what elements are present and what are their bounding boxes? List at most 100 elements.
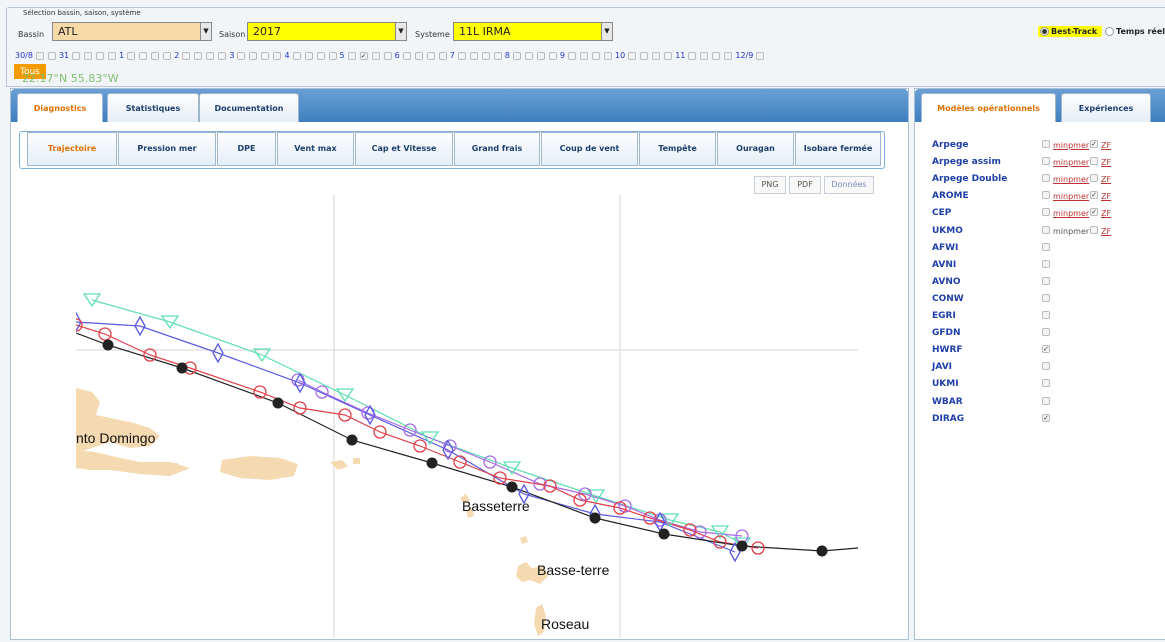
saison-label: Saison <box>219 30 246 39</box>
date-checkbox[interactable] <box>481 51 490 60</box>
bassin-select[interactable]: ATL ▼ <box>52 22 212 41</box>
date-checkbox[interactable] <box>664 51 673 60</box>
date-checkbox[interactable] <box>316 51 325 60</box>
saison-value: 2017 <box>253 25 281 38</box>
best-track-point <box>102 339 114 351</box>
date-checkbox[interactable] <box>347 51 356 60</box>
date-checkbox[interactable]: ✓ <box>359 51 368 60</box>
island-small-1 <box>353 458 360 464</box>
subtab-dpe[interactable]: DPE <box>217 132 276 166</box>
date-checkbox[interactable] <box>273 51 282 60</box>
date-checkbox[interactable] <box>371 51 380 60</box>
date-checkbox[interactable] <box>438 51 447 60</box>
date-checkbox[interactable] <box>249 51 258 60</box>
date-checkbox[interactable] <box>457 51 466 60</box>
date-label: 5 <box>339 51 345 60</box>
date-checkbox[interactable] <box>469 51 478 60</box>
date-checkbox[interactable] <box>127 51 136 60</box>
date-checkbox[interactable] <box>151 51 160 60</box>
date-checkbox[interactable] <box>139 51 148 60</box>
date-checkbox[interactable] <box>524 51 533 60</box>
systeme-select[interactable]: 11L IRMA ▼ <box>453 22 613 41</box>
pdf-export-button[interactable]: PDF <box>789 176 821 194</box>
models-tabbar: Modèles opérationnels Expériences <box>915 89 1165 122</box>
date-checkbox[interactable] <box>402 51 411 60</box>
png-export-button[interactable]: PNG <box>754 176 786 194</box>
date-checkbox[interactable] <box>261 51 270 60</box>
tab-diagnostics[interactable]: Diagnostics <box>17 93 103 122</box>
date-checkbox[interactable] <box>536 51 545 60</box>
date-checkbox[interactable] <box>712 51 721 60</box>
donnees-export-button[interactable]: Données <box>824 176 874 194</box>
date-checkbox[interactable] <box>512 51 521 60</box>
subtab-cap-et-vitesse[interactable]: Cap et Vitesse <box>355 132 453 166</box>
tab-experiences[interactable]: Expériences <box>1061 93 1151 122</box>
date-checkbox[interactable] <box>548 51 557 60</box>
trajectory-map[interactable]: nto Domingo Basseterre Basse-terre Rosea… <box>69 195 859 638</box>
subtab-ouragan[interactable]: Ouragan <box>717 132 794 166</box>
date-checkbox[interactable] <box>568 51 576 60</box>
best-track-option[interactable]: Best-Track <box>1038 26 1103 37</box>
selection-legend: Sélection bassin, saison, système <box>21 9 143 17</box>
best-track-point <box>736 540 748 552</box>
date-checkbox[interactable] <box>592 51 600 60</box>
map-grid <box>76 195 858 638</box>
date-checkbox[interactable] <box>652 51 661 60</box>
date-checkbox[interactable] <box>84 51 93 60</box>
subtab-isobare-fermee[interactable]: Isobare fermée <box>795 132 881 166</box>
tab-documentation[interactable]: Documentation <box>199 93 299 122</box>
date-checkbox[interactable] <box>700 51 709 60</box>
date-checkbox[interactable] <box>383 51 392 60</box>
date-checkbox[interactable] <box>640 51 649 60</box>
date-checkbox[interactable] <box>414 51 423 60</box>
subtab-coup-de-vent[interactable]: Coup de vent <box>541 132 638 166</box>
date-checkbox[interactable] <box>237 51 246 60</box>
best-track-point <box>176 362 188 374</box>
temps-reel-option[interactable]: Temps réel <box>1105 27 1165 36</box>
subtab-vent-max[interactable]: Vent max <box>277 132 354 166</box>
date-checkbox[interactable] <box>688 51 697 60</box>
subtab-pression-mer[interactable]: Pression mer <box>118 132 216 166</box>
date-label: 9 <box>559 51 565 60</box>
map-svg: nto Domingo Basseterre Basse-terre Rosea… <box>69 195 859 638</box>
tab-modeles-operationnels[interactable]: Modèles opérationnels <box>921 93 1056 122</box>
date-checkbox[interactable] <box>182 51 191 60</box>
date-checkbox[interactable] <box>724 51 733 60</box>
subtab-trajectoire[interactable]: Trajectoire <box>27 132 117 166</box>
date-checkbox[interactable] <box>35 51 44 60</box>
tab-statistiques[interactable]: Statistiques <box>107 93 199 122</box>
date-checkbox[interactable] <box>328 51 337 60</box>
date-checkbox[interactable] <box>493 51 502 60</box>
subtab-grand-frais[interactable]: Grand frais <box>454 132 540 166</box>
best-track-point <box>506 481 518 493</box>
date-checkbox[interactable] <box>108 51 117 60</box>
date-checkbox[interactable] <box>72 51 81 60</box>
chevron-down-icon: ▼ <box>200 23 211 40</box>
date-checkbox[interactable] <box>292 51 301 60</box>
date-label: 7 <box>449 51 455 60</box>
date-checkbox[interactable] <box>580 51 588 60</box>
temps-reel-radio[interactable] <box>1105 27 1115 36</box>
subtabs: Trajectoire Pression mer DPE Vent max Ca… <box>21 132 881 166</box>
best-track-radio[interactable] <box>1040 27 1049 36</box>
place-label-santo-domingo: nto Domingo <box>76 430 156 446</box>
date-checkbox[interactable] <box>47 51 56 60</box>
date-checkbox[interactable] <box>304 51 313 60</box>
systeme-label: Systeme <box>415 30 450 39</box>
date-checkbox[interactable] <box>163 51 172 60</box>
temps-reel-label: Temps réel <box>1116 27 1165 36</box>
date-label: 31 <box>58 51 70 60</box>
date-checkbox[interactable] <box>604 51 612 60</box>
date-checkbox[interactable] <box>628 51 637 60</box>
date-selector: 30/8 31 1 2 3 4 5 ✓ 6 7 8 9 10 11 12/9 <box>14 51 766 60</box>
coordinate-readout: 22.17°N 55.83°W <box>22 72 119 85</box>
date-checkbox[interactable] <box>96 51 105 60</box>
date-checkbox[interactable] <box>426 51 435 60</box>
subtab-tempete[interactable]: Tempête <box>639 132 716 166</box>
date-checkbox[interactable] <box>756 51 765 60</box>
date-checkbox[interactable] <box>194 51 203 60</box>
date-checkbox[interactable] <box>206 51 215 60</box>
place-labels: nto Domingo Basseterre Basse-terre Rosea… <box>76 430 610 632</box>
saison-select[interactable]: 2017 ▼ <box>247 22 407 41</box>
date-checkbox[interactable] <box>218 51 227 60</box>
